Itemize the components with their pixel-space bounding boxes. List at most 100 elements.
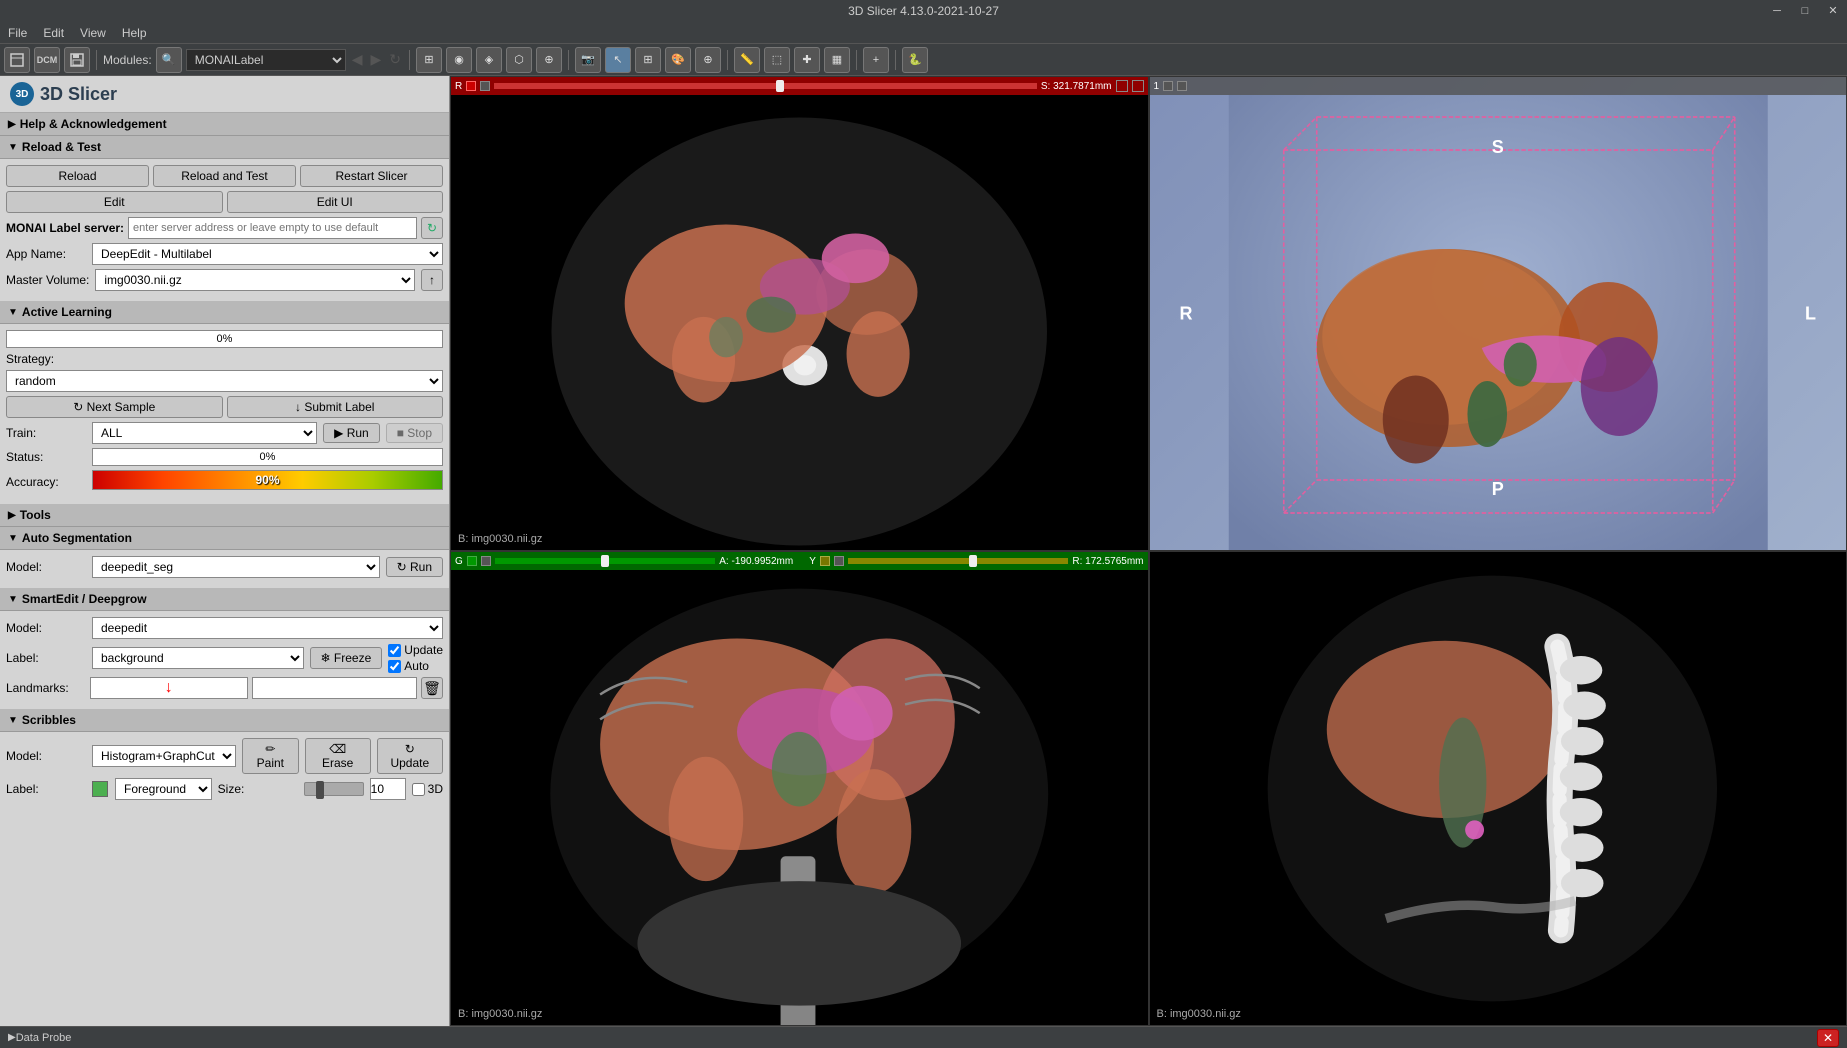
- size-input[interactable]: [370, 778, 406, 800]
- threed-checkbox[interactable]: [412, 783, 425, 796]
- active-learning-label: Active Learning: [22, 305, 112, 319]
- train-row: Train: ALL ▶ Run ■ Stop: [6, 422, 443, 444]
- train-run-button[interactable]: ▶ Run: [323, 423, 380, 443]
- foreground-color-swatch: [92, 781, 108, 797]
- strategy-select[interactable]: random: [6, 370, 443, 392]
- size-slider[interactable]: [304, 782, 364, 796]
- capture-button[interactable]: 📷: [575, 47, 601, 73]
- coronal-header: G A: -190.9952mm Y R: 172.5765mm: [451, 552, 1148, 570]
- module-prev-button[interactable]: ◀: [350, 51, 365, 68]
- tools-collapse-arrow: ▶: [8, 510, 16, 521]
- scribbles-header[interactable]: ▼ Scribbles: [0, 709, 449, 732]
- app-name-select[interactable]: DeepEdit - Multilabel: [92, 243, 443, 265]
- submit-label-button[interactable]: ↓ Submit Label: [227, 396, 444, 418]
- scribbles-update-button[interactable]: ↻ Update: [377, 738, 443, 774]
- auto-seg-header[interactable]: ▼ Auto Segmentation: [0, 527, 449, 550]
- fiducial-button[interactable]: ✚: [794, 47, 820, 73]
- reload-and-test-button[interactable]: Reload and Test: [153, 165, 296, 187]
- auto-seg-model-select[interactable]: deepedit_seg: [92, 556, 380, 578]
- menu-file[interactable]: File: [0, 22, 35, 43]
- server-refresh-button[interactable]: ↻: [421, 217, 443, 239]
- axial-view[interactable]: R S: 321.7871mm: [450, 76, 1149, 551]
- extension-button[interactable]: 🐍: [902, 47, 928, 73]
- edit-button[interactable]: Edit: [6, 191, 223, 213]
- axial-header-r: R: [455, 81, 462, 92]
- ruler-button[interactable]: 📏: [734, 47, 760, 73]
- app-name-row: App Name: DeepEdit - Multilabel: [6, 243, 443, 265]
- scene-button[interactable]: ⬡: [506, 47, 532, 73]
- window-level-button[interactable]: ⊞: [635, 47, 661, 73]
- update-label: Update: [404, 643, 443, 657]
- data-button[interactable]: [4, 47, 30, 73]
- active-learning-header[interactable]: ▼ Active Learning: [0, 301, 449, 324]
- axial-ct-image: [451, 95, 1148, 551]
- segment-button[interactable]: ▦: [824, 47, 850, 73]
- update-checkbox[interactable]: [388, 644, 401, 657]
- menu-help[interactable]: Help: [114, 22, 155, 43]
- minimize-button[interactable]: ─: [1763, 0, 1791, 22]
- modules-label: Modules:: [103, 53, 152, 67]
- help-section-header[interactable]: ▶ Help & Acknowledgement: [0, 113, 449, 136]
- crosshair2-button[interactable]: +: [863, 47, 889, 73]
- models-button[interactable]: ◈: [476, 47, 502, 73]
- smartedit-label-select[interactable]: background: [92, 647, 304, 669]
- module-dropdown[interactable]: MONAILabel: [186, 49, 346, 71]
- 3d-header-text: 1: [1154, 81, 1160, 92]
- restart-slicer-button[interactable]: Restart Slicer: [300, 165, 443, 187]
- smartedit-header[interactable]: ▼ SmartEdit / Deepgrow: [0, 588, 449, 611]
- dcm-button[interactable]: DCM: [34, 47, 60, 73]
- scribbles-model-select[interactable]: Histogram+GraphCut: [92, 745, 236, 767]
- bottom-close-button[interactable]: ✕: [1817, 1029, 1839, 1047]
- freeze-button[interactable]: ❄ Freeze: [310, 647, 383, 669]
- coronal-slider[interactable]: [495, 558, 715, 564]
- 3d-view[interactable]: 1: [1149, 76, 1847, 551]
- scribbles-erase-button[interactable]: ⌫ Erase: [305, 738, 371, 774]
- landmarks-row: Landmarks: ↓ 🗑: [6, 677, 443, 699]
- axial-measurement: S: 321.7871mm: [1041, 81, 1112, 92]
- save-button[interactable]: [64, 47, 90, 73]
- scribbles-paint-button[interactable]: ✏ Paint: [242, 738, 299, 774]
- reload-section-header[interactable]: ▼ Reload & Test: [0, 136, 449, 159]
- size-slider-container: [304, 782, 364, 796]
- landmark-value-input[interactable]: [252, 677, 418, 699]
- maximize-button[interactable]: □: [1791, 0, 1819, 22]
- auto-seg-run-button[interactable]: ↻ Run: [386, 557, 443, 577]
- module-reload-button[interactable]: ↻: [387, 51, 403, 68]
- roi-button[interactable]: ⬚: [764, 47, 790, 73]
- axial-slider[interactable]: [494, 83, 1037, 89]
- reload-button[interactable]: Reload: [6, 165, 149, 187]
- layout-button[interactable]: ⊞: [416, 47, 442, 73]
- server-input[interactable]: [128, 217, 417, 239]
- menu-view[interactable]: View: [72, 22, 114, 43]
- transform-button[interactable]: ⊕: [536, 47, 562, 73]
- sagittal-view[interactable]: B: img0030.nii.gz: [1149, 551, 1847, 1026]
- orient-p-label: P: [1492, 479, 1504, 500]
- landmark-input[interactable]: ↓: [90, 677, 248, 699]
- cursor-button[interactable]: ↖: [605, 47, 631, 73]
- coronal-slider2[interactable]: [848, 558, 1068, 564]
- smartedit-model-select[interactable]: deepedit: [92, 617, 443, 639]
- edit-ui-button[interactable]: Edit UI: [227, 191, 444, 213]
- next-sample-button[interactable]: ↻ Next Sample: [6, 396, 223, 418]
- menu-edit[interactable]: Edit: [35, 22, 72, 43]
- tools-section-header[interactable]: ▶ Tools: [0, 504, 449, 527]
- coronal-view[interactable]: G A: -190.9952mm Y R: 172.5765mm: [450, 551, 1149, 1026]
- train-select[interactable]: ALL: [92, 422, 317, 444]
- close-button[interactable]: ✕: [1819, 0, 1847, 22]
- master-volume-upload-button[interactable]: ↑: [421, 269, 443, 291]
- coronal-pin-icon: [467, 556, 477, 566]
- search-module-button[interactable]: 🔍: [156, 47, 182, 73]
- crosshair-button[interactable]: ⊕: [695, 47, 721, 73]
- 3d-settings-icon: [1177, 81, 1187, 91]
- train-stop-button[interactable]: ■ Stop: [386, 423, 443, 443]
- auto-checkbox[interactable]: [388, 660, 401, 673]
- scribbles-label-select[interactable]: Foreground: [115, 778, 212, 800]
- paint-toolbar-button[interactable]: 🎨: [665, 47, 691, 73]
- master-volume-select[interactable]: img0030.nii.gz: [95, 269, 415, 291]
- update-checkbox-label: Update: [388, 643, 443, 657]
- volume-button[interactable]: ◉: [446, 47, 472, 73]
- coronal-measurement-a: A: -190.9952mm: [719, 556, 793, 567]
- left-panel: 3D 3D Slicer ▶ Help & Acknowledgement ▼ …: [0, 76, 450, 1026]
- landmark-delete-button[interactable]: 🗑: [421, 677, 443, 699]
- module-next-button[interactable]: ▶: [368, 51, 383, 68]
